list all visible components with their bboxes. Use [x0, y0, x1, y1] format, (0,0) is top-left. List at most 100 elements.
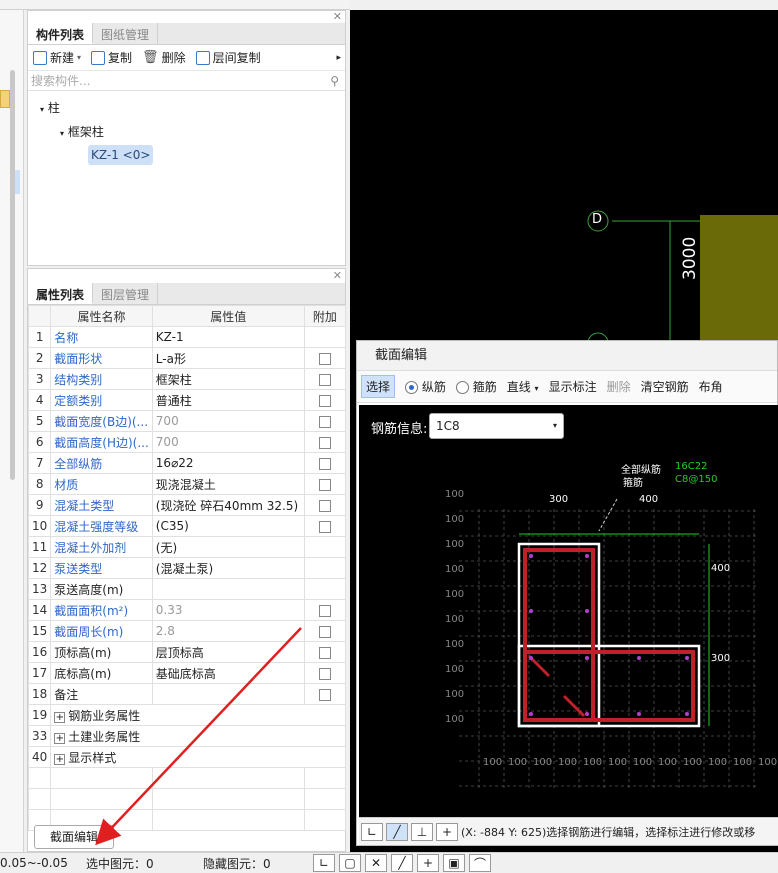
property-value[interactable]: 现浇混凝土	[151, 473, 305, 495]
delete-button[interactable]: 🗑 删除	[142, 49, 186, 66]
window-icon[interactable]: ▣	[443, 854, 465, 872]
floor-copy-button[interactable]: 层间复制	[195, 49, 261, 66]
expand-icon[interactable]: +	[54, 711, 66, 723]
orthogonal-icon[interactable]: ∟	[361, 822, 383, 841]
extra-checkbox[interactable]	[318, 457, 331, 470]
extra-checkbox[interactable]	[318, 415, 331, 428]
section-edit-button[interactable]: 截面编辑	[34, 825, 114, 849]
extra-checkbox[interactable]	[318, 499, 331, 512]
delete-rebar-button[interactable]: 删除	[607, 378, 631, 395]
property-value[interactable]: (混凝土泵)	[151, 557, 305, 579]
tab-component-list[interactable]: 构件列表	[28, 23, 94, 44]
property-value[interactable]: 700	[151, 410, 305, 432]
add-icon[interactable]: +	[417, 854, 439, 872]
search-icon[interactable]: ⚲	[330, 71, 339, 91]
property-value[interactable]: 框架柱	[151, 368, 305, 390]
copy-button[interactable]: 复制	[91, 49, 132, 66]
curve-icon[interactable]: ⌒	[469, 854, 491, 872]
table-row[interactable]: 6 截面高度(H边)(... 700	[27, 431, 347, 453]
select-button[interactable]: 选择	[361, 375, 396, 398]
table-row[interactable]: 2 截面形状 L-a形	[27, 347, 347, 369]
long-bar-radio[interactable]: 纵筋	[405, 378, 446, 395]
table-row[interactable]: 7 全部纵筋 16⌀22	[27, 452, 347, 474]
close-icon[interactable]: ✕	[333, 269, 342, 282]
table-row[interactable]: 4 定额类别 普通柱	[27, 389, 347, 411]
group-name[interactable]: + 土建业务属性	[50, 725, 346, 747]
rebar-point[interactable]	[585, 554, 589, 558]
rebar-point[interactable]	[529, 656, 533, 660]
property-value[interactable]: 16⌀22	[151, 452, 305, 474]
perpendicular-icon[interactable]: ⊥	[411, 822, 433, 841]
left-strip-tab[interactable]	[0, 90, 10, 108]
property-value[interactable]: (现浇砼 碎石40mm 32.5)	[151, 494, 305, 516]
table-row[interactable]: 18 备注	[27, 683, 347, 705]
table-row[interactable]: 11 混凝土外加剂 (无)	[27, 536, 347, 558]
extra-checkbox[interactable]	[318, 604, 331, 617]
property-value[interactable]: 层顶标高	[151, 641, 305, 663]
group-row[interactable]: 40 + 显示样式	[27, 746, 346, 768]
extra-checkbox[interactable]	[318, 625, 331, 638]
rebar-point[interactable]	[685, 656, 689, 660]
table-row[interactable]: 12 泵送类型 (混凝土泵)	[27, 557, 347, 579]
group-row[interactable]: 33 + 土建业务属性	[27, 725, 346, 747]
rebar-point[interactable]	[529, 609, 533, 613]
table-row[interactable]: 14 截面面积(m²) 0.33	[27, 599, 347, 621]
rebar-point[interactable]	[637, 656, 641, 660]
extra-checkbox[interactable]	[318, 478, 331, 491]
table-row[interactable]: 13 泵送高度(m)	[27, 578, 347, 600]
table-row[interactable]: 1 名称 KZ-1	[27, 326, 347, 348]
property-value[interactable]: 700	[151, 431, 305, 453]
cross-icon[interactable]: ✕	[365, 854, 387, 872]
extra-checkbox[interactable]	[318, 667, 331, 680]
slash-icon[interactable]: ╱	[391, 854, 413, 872]
new-button[interactable]: 新建 ▾	[33, 49, 81, 66]
rect-select-icon[interactable]: ▢	[339, 854, 361, 872]
table-row[interactable]: 15 截面周长(m) 2.8	[27, 620, 347, 642]
expand-icon[interactable]: +	[54, 732, 66, 744]
rebar-point[interactable]	[637, 712, 641, 716]
table-row[interactable]: 5 截面宽度(B边)(... 700	[27, 410, 347, 432]
search-input[interactable]: 搜索构件... ⚲	[28, 71, 345, 91]
extra-checkbox[interactable]	[318, 352, 331, 365]
tab-property-list[interactable]: 属性列表	[28, 283, 94, 304]
close-icon[interactable]: ✕	[333, 10, 342, 23]
more-icon[interactable]: ▸	[336, 53, 341, 63]
table-row[interactable]: 17 底标高(m) 基础底标高	[27, 662, 347, 684]
rebar-point[interactable]	[585, 609, 589, 613]
layout-corner-button[interactable]: 布角	[699, 378, 723, 395]
property-value[interactable]: 2.8	[151, 620, 305, 642]
rebar-point[interactable]	[685, 712, 689, 716]
extra-checkbox[interactable]	[318, 520, 331, 533]
property-value[interactable]: (无)	[151, 536, 305, 558]
extra-checkbox[interactable]	[318, 373, 331, 386]
table-row[interactable]: 16 顶标高(m) 层顶标高	[27, 641, 347, 663]
rebar-point[interactable]	[529, 554, 533, 558]
section-canvas[interactable]: 钢筋信息: 1C8 ▾ 全部纵筋 16C22 箍筋 C8@150 300 400…	[359, 405, 778, 817]
stirrup-radio[interactable]: 箍筋	[455, 378, 497, 395]
table-row[interactable]: 3 结构类别 框架柱	[27, 368, 347, 390]
extra-checkbox[interactable]	[318, 688, 331, 701]
extra-checkbox[interactable]	[318, 436, 331, 449]
extra-checkbox[interactable]	[318, 646, 331, 659]
corner-icon[interactable]: ∟	[313, 854, 335, 872]
rebar-point[interactable]	[585, 656, 589, 660]
property-value[interactable]	[151, 578, 305, 600]
tree-node-frame-column[interactable]: ▾ 框架柱	[60, 123, 104, 140]
table-row[interactable]: 10 混凝土强度等级 (C35)	[27, 515, 347, 537]
tab-drawing-manage[interactable]: 图纸管理	[93, 23, 159, 44]
clear-rebar-button[interactable]: 清空钢筋	[641, 378, 689, 395]
property-value[interactable]: 普通柱	[151, 389, 305, 411]
tab-layer-manage[interactable]: 图层管理	[93, 283, 159, 304]
property-value[interactable]: L-a形	[151, 347, 305, 369]
add-point-icon[interactable]: +	[436, 822, 458, 841]
show-dimension-button[interactable]: 显示标注	[549, 378, 597, 395]
table-row[interactable]: 8 材质 现浇混凝土	[27, 473, 347, 495]
line-dropdown[interactable]: 直线 ▾	[507, 378, 539, 395]
extra-checkbox[interactable]	[318, 394, 331, 407]
property-value[interactable]	[151, 683, 305, 705]
rebar-point[interactable]	[585, 712, 589, 716]
group-name[interactable]: + 钢筋业务属性	[50, 704, 346, 726]
property-value[interactable]: (C35)	[151, 515, 305, 537]
group-row[interactable]: 19 + 钢筋业务属性	[27, 704, 346, 726]
property-value[interactable]: KZ-1	[151, 326, 305, 348]
